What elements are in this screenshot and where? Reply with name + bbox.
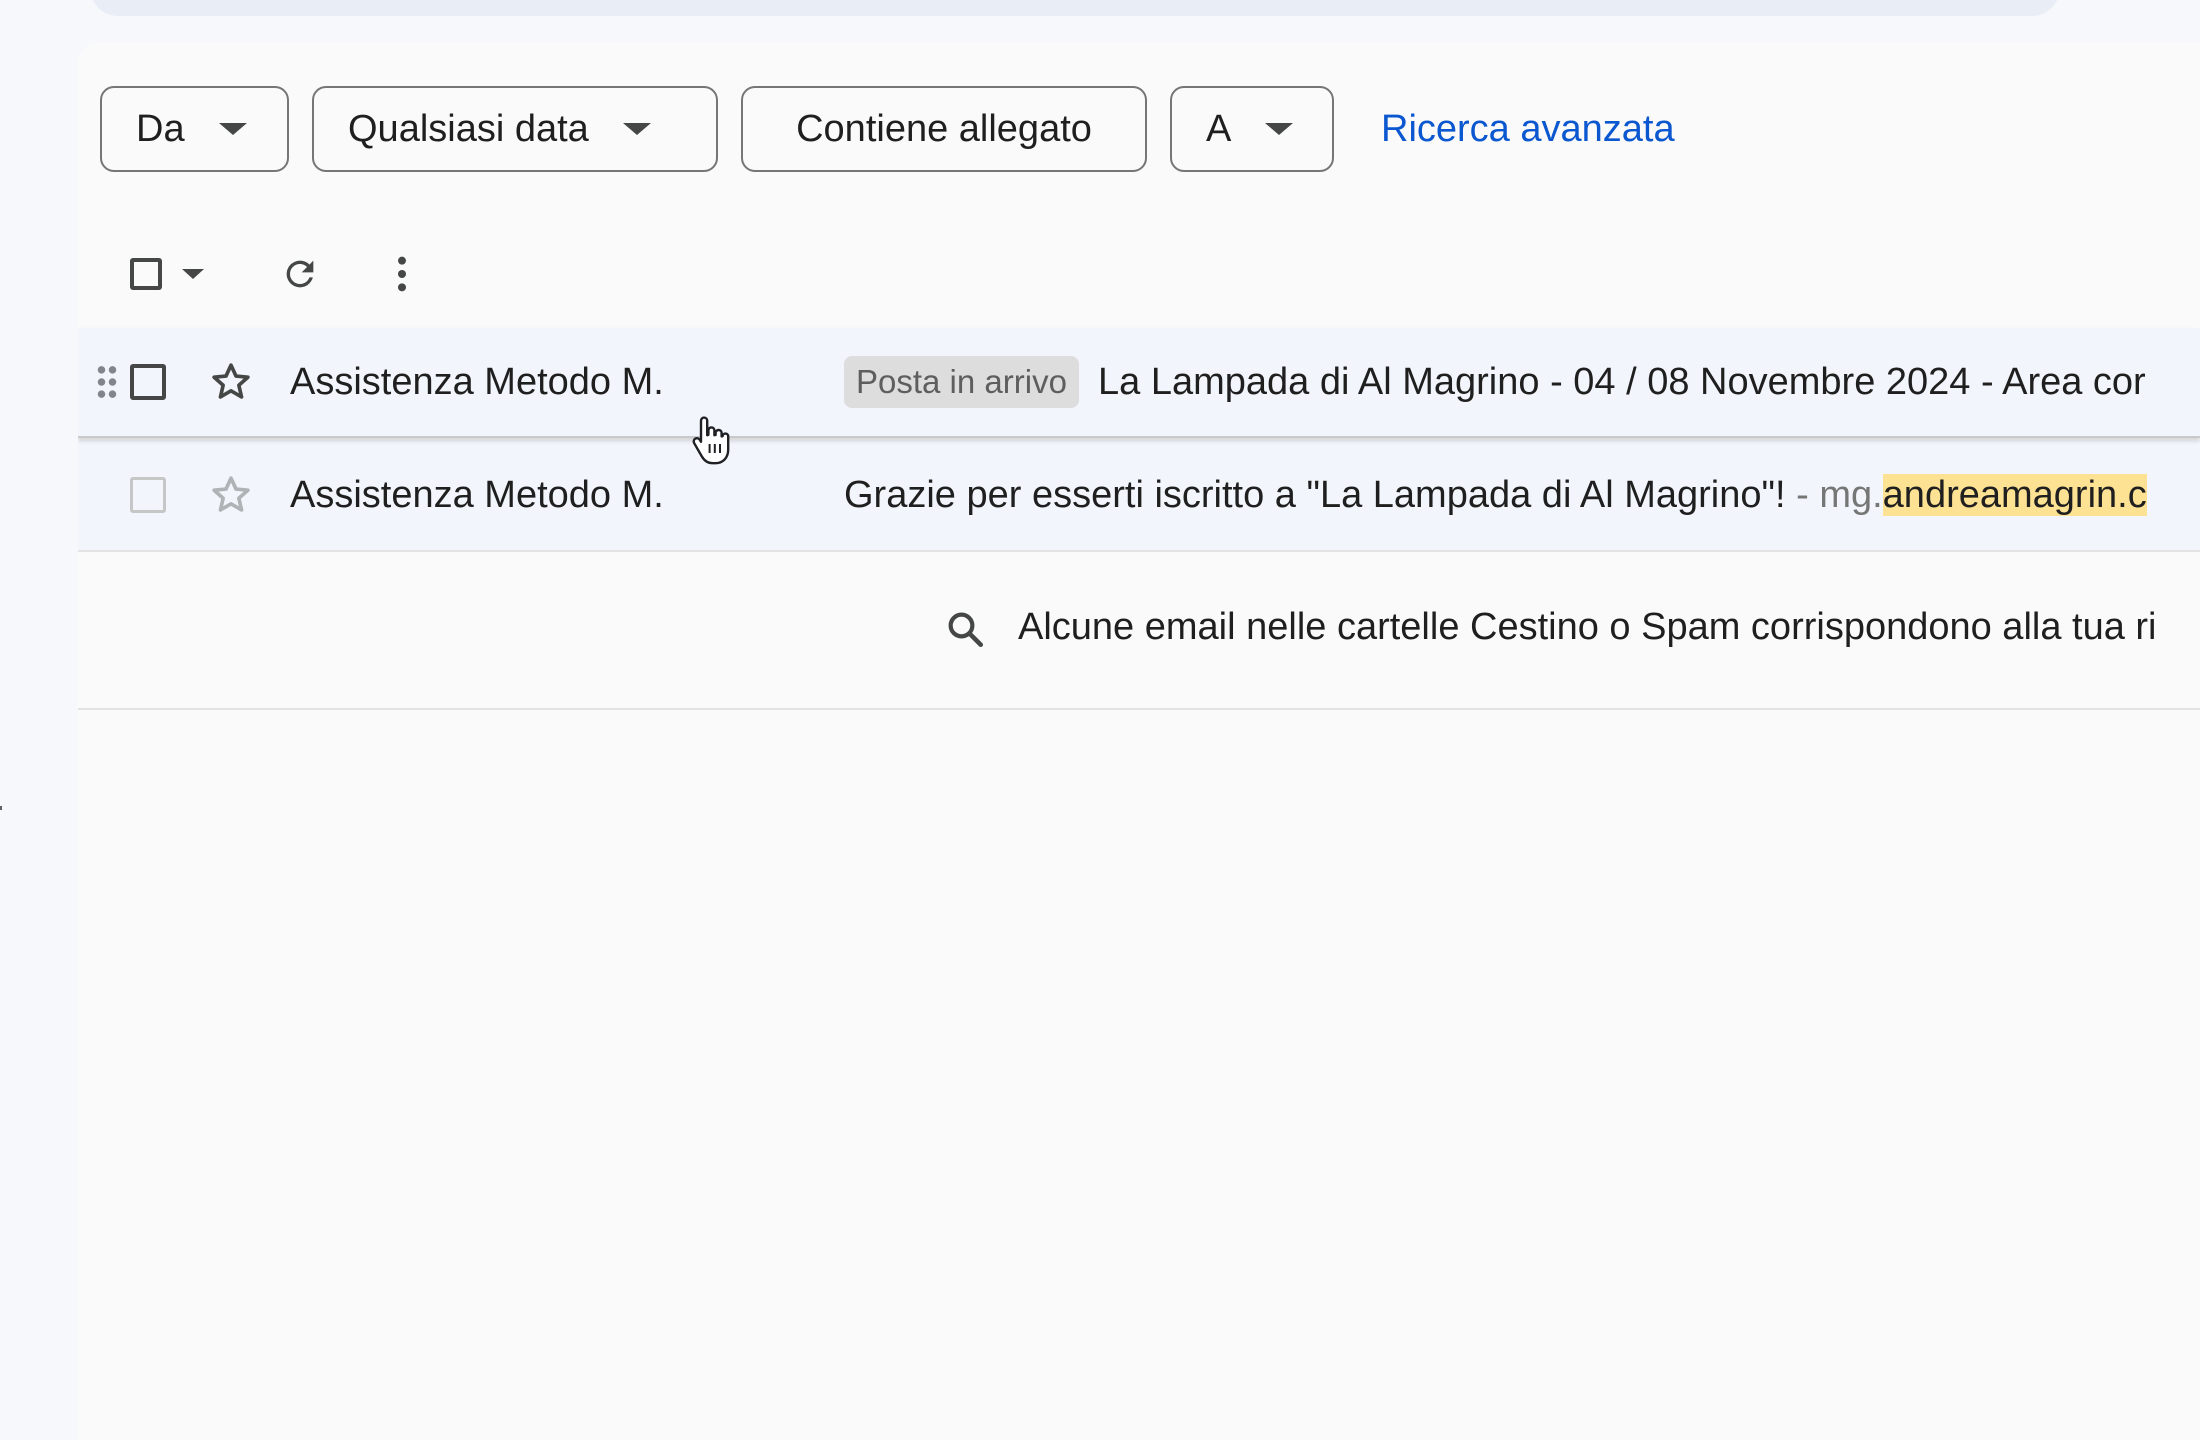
search-match-highlight-rest: .c (2117, 473, 2147, 516)
email-sender: Assistenza Metodo M. (290, 473, 664, 516)
trash-spam-notice[interactable]: Alcune email nelle cartelle Cestino o Sp… (78, 552, 2200, 710)
inbox-label-badge[interactable]: Posta in arrivo (844, 356, 1079, 408)
notice-text: Alcune email nelle cartelle Cestino o Sp… (1018, 606, 2157, 648)
date-filter-chip[interactable]: Qualsiasi data (312, 86, 718, 172)
chevron-down-icon (1265, 123, 1294, 135)
email-sender: Assistenza Metodo M. (290, 360, 664, 403)
date-filter-label: Qualsiasi data (348, 107, 589, 150)
sidebar-edge (0, 806, 2, 810)
search-match-highlight: andreamagrin (1882, 473, 2118, 516)
star-icon[interactable] (208, 359, 254, 405)
from-filter-label: Da (136, 107, 185, 150)
email-row[interactable]: Assistenza Metodo M. Posta in arrivo La … (78, 328, 2200, 438)
refresh-icon[interactable] (280, 254, 320, 294)
to-filter-label: A (1206, 107, 1232, 150)
advanced-search-link[interactable]: Ricerca avanzata (1381, 108, 1675, 151)
email-checkbox[interactable] (130, 477, 166, 513)
select-all-checkbox[interactable] (130, 258, 162, 290)
drag-handle-icon[interactable] (96, 364, 118, 400)
search-icon (948, 612, 984, 648)
attachment-filter-chip[interactable]: Contiene allegato (741, 86, 1147, 172)
select-menu-caret-icon[interactable] (182, 269, 204, 279)
to-filter-chip[interactable]: A (1170, 86, 1334, 172)
search-bar[interactable] (90, 0, 2060, 16)
chevron-down-icon (218, 123, 247, 135)
email-subject-text: Grazie per esserti iscritto a "La Lampad… (844, 473, 1786, 516)
snippet-separator: - (1785, 473, 1820, 516)
more-vert-icon[interactable] (396, 254, 408, 294)
search-filter-chips: Da Qualsiasi data Contiene allegato A Ri… (100, 84, 1675, 174)
chevron-down-icon (622, 123, 651, 135)
hand-cursor-icon (692, 416, 730, 465)
email-subject: La Lampada di Al Magrino - 04 / 08 Novem… (1098, 360, 2146, 403)
list-toolbar (130, 242, 408, 306)
star-icon[interactable] (208, 472, 254, 518)
email-row[interactable]: Assistenza Metodo M. Grazie per esserti … (78, 440, 2200, 552)
from-filter-chip[interactable]: Da (100, 86, 289, 172)
email-checkbox[interactable] (130, 364, 166, 400)
attachment-filter-label: Contiene allegato (796, 107, 1092, 150)
email-subject-and-snippet: Grazie per esserti iscritto a "La Lampad… (844, 473, 2147, 517)
snippet-prefix: mg. (1819, 473, 1883, 516)
main-panel: Da Qualsiasi data Contiene allegato A Ri… (78, 42, 2200, 1440)
